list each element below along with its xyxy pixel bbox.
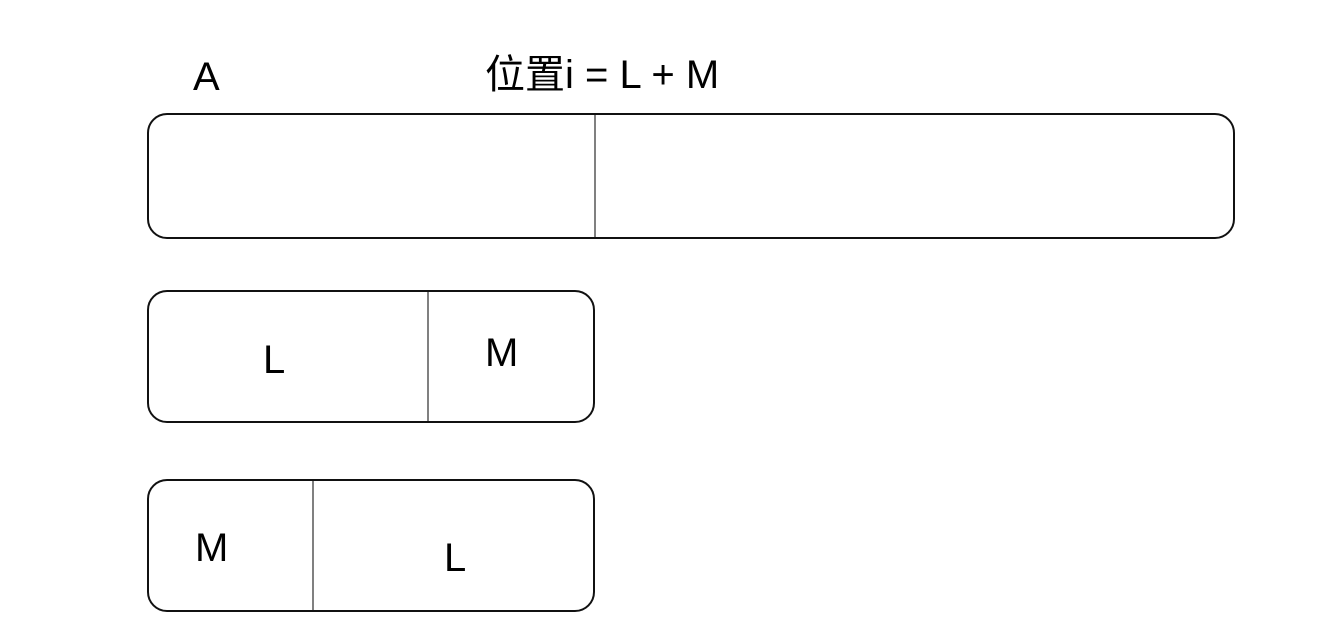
segment-label-m: M (195, 526, 229, 570)
l-then-m-box (147, 290, 595, 423)
segment-label-l: L (263, 338, 286, 382)
position-divider (594, 115, 596, 237)
segment-divider (427, 292, 429, 421)
array-label-a: A (193, 55, 220, 99)
segment-label-m: M (485, 331, 519, 375)
segment-divider (312, 481, 314, 610)
segment-label-l: L (444, 536, 467, 580)
position-formula: 位置i = L + M (485, 53, 720, 97)
full-array-box (147, 113, 1235, 239)
